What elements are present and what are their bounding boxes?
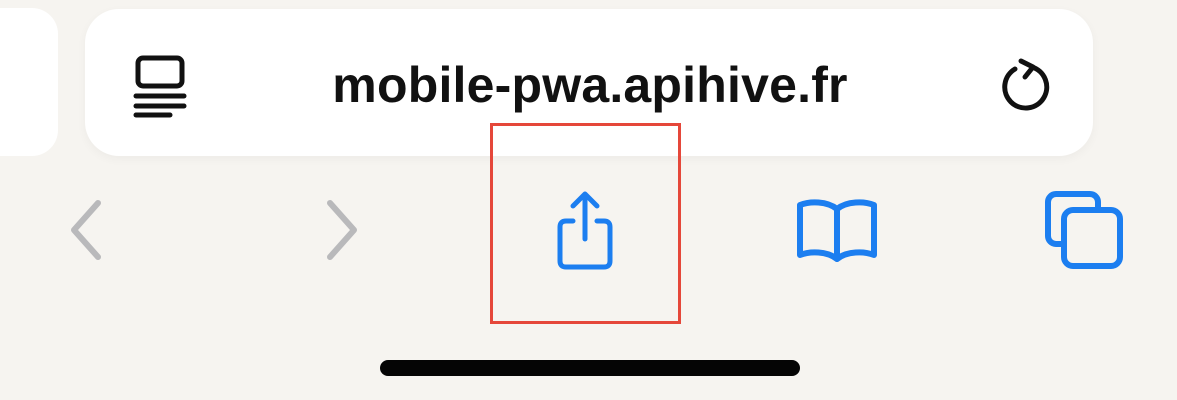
reload-icon (1002, 58, 1050, 111)
chevron-right-icon (327, 200, 357, 260)
tabs-icon (1045, 191, 1123, 269)
home-indicator[interactable] (380, 360, 800, 376)
reader-page-icon (133, 55, 187, 118)
bookmarks-button[interactable] (790, 190, 884, 270)
page-menu-button[interactable] (128, 50, 192, 120)
share-button[interactable] (540, 190, 630, 270)
url-text[interactable]: mobile-pwa.apihive.fr (240, 52, 940, 118)
previous-tab-card[interactable] (0, 8, 58, 156)
reload-button[interactable] (992, 50, 1058, 120)
forward-button[interactable] (312, 190, 372, 270)
book-icon (797, 199, 877, 262)
chevron-left-icon (71, 200, 101, 260)
tabs-button[interactable] (1036, 190, 1130, 270)
share-icon (557, 191, 613, 270)
back-button[interactable] (56, 190, 116, 270)
